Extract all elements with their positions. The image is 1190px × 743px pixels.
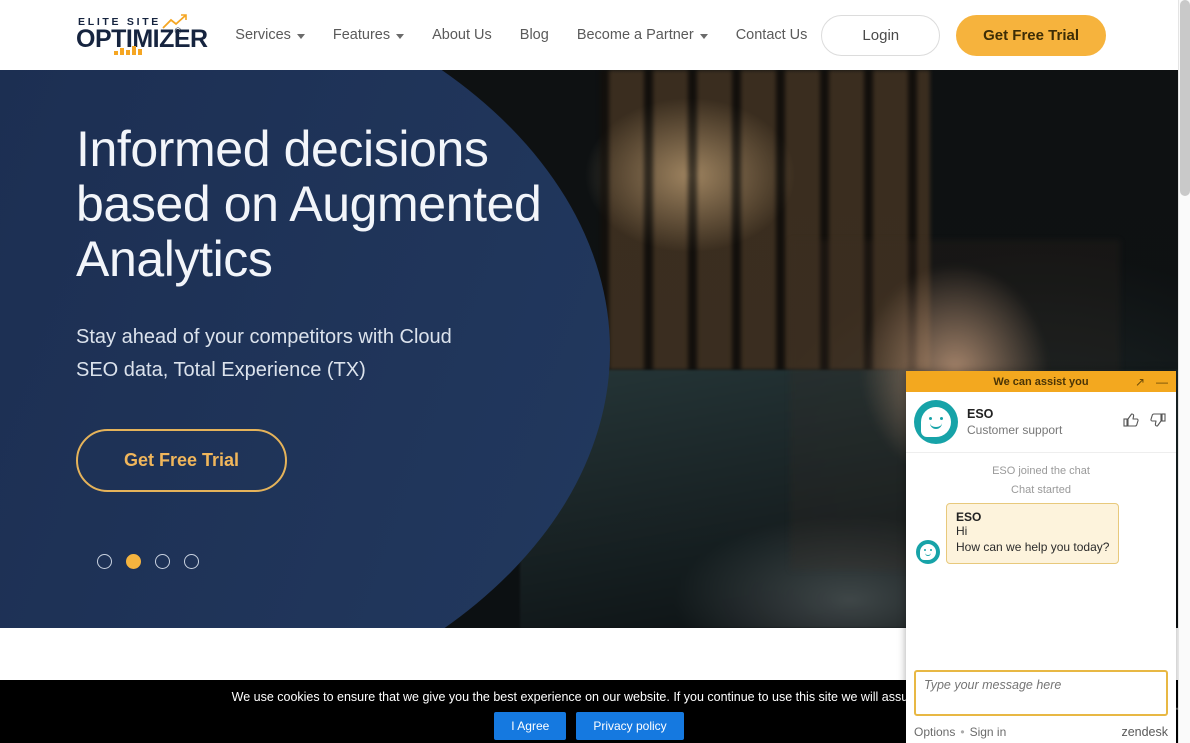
chat-header-controls: ↗ — [1135, 371, 1168, 392]
chat-footer: Options • Sign in zendesk [906, 664, 1176, 743]
chat-message-list: ESO joined the chat Chat started ESO Hi … [906, 453, 1176, 664]
nav-label: About Us [432, 27, 492, 43]
hero-title: Informed decisions based on Augmented An… [76, 121, 542, 287]
thumbs-up-glyph [1123, 413, 1139, 427]
thumbs-up-icon[interactable] [1123, 412, 1140, 432]
chat-message-input[interactable] [914, 670, 1168, 716]
nav-label: Blog [519, 27, 549, 43]
cookie-privacy-policy-button[interactable]: Privacy policy [576, 712, 684, 740]
smiley-speech-bubble-icon [920, 543, 936, 560]
nav-item-blog[interactable]: Blog [506, 19, 563, 51]
hero-content: Informed decisions based on Augmented An… [76, 122, 546, 492]
message-line-2: How can we help you today? [956, 539, 1110, 554]
nav-item-contact-us[interactable]: Contact Us [722, 19, 822, 51]
page-scrollbar[interactable] [1178, 0, 1190, 743]
chat-links-separator: • [960, 725, 965, 739]
chat-header-title: We can assist you [993, 375, 1089, 388]
chat-rating-controls [1123, 412, 1166, 432]
nav-item-services[interactable]: Services [221, 19, 319, 51]
carousel-dot-2[interactable] [126, 554, 141, 569]
site-logo[interactable]: ELITE SITE OPTIMIZER ® [76, 14, 208, 56]
main-nav: Services Features About Us Blog Become a… [221, 19, 821, 51]
carousel-dot-1[interactable] [97, 554, 112, 569]
nav-item-become-a-partner[interactable]: Become a Partner [563, 19, 722, 51]
nav-item-features[interactable]: Features [319, 19, 418, 51]
smiley-speech-bubble-icon [921, 407, 951, 437]
chat-footer-links: Options • Sign in zendesk [914, 725, 1168, 739]
chat-options-link[interactable]: Options [914, 725, 955, 739]
chat-sign-in-link[interactable]: Sign in [970, 725, 1007, 739]
hero-carousel-dots [97, 554, 199, 569]
agent-avatar [914, 400, 958, 444]
chevron-down-icon [296, 33, 305, 39]
hero-subtitle: Stay ahead of your competitors with Clou… [76, 326, 452, 381]
nav-label: Features [332, 27, 391, 43]
site-header: ELITE SITE OPTIMIZER ® Services Features… [0, 0, 1178, 70]
get-free-trial-button[interactable]: Get Free Trial [956, 14, 1106, 56]
scrollbar-thumb[interactable] [1180, 0, 1190, 196]
message-line-1: Hi [956, 524, 968, 538]
chat-message-row: ESO Hi How can we help you today? [916, 503, 1166, 564]
message-sender: ESO [956, 510, 982, 524]
nav-item-about-us[interactable]: About Us [418, 19, 506, 51]
zendesk-brand-label: zendesk [1121, 725, 1168, 739]
zendesk-chat-widget: We can assist you ↗ — ESO Customer suppo… [906, 371, 1176, 743]
agent-name: ESO [967, 406, 994, 421]
page-root: ELITE SITE OPTIMIZER ® Services Features… [0, 0, 1190, 743]
message-avatar [916, 539, 940, 564]
chat-system-line: ESO joined the chat [992, 465, 1090, 477]
login-button[interactable]: Login [821, 14, 941, 56]
cookie-agree-button[interactable]: I Agree [494, 712, 567, 740]
chat-system-line: Chat started [1011, 484, 1071, 496]
smile-icon [925, 553, 931, 556]
thumbs-down-glyph [1150, 413, 1166, 427]
chevron-down-icon [396, 33, 405, 39]
nav-label: Services [235, 27, 291, 43]
agent-role: Customer support [967, 422, 1063, 437]
logo-bar-chart-icon [114, 44, 142, 55]
nav-label: Contact Us [735, 27, 808, 43]
hero-get-free-trial-button[interactable]: Get Free Trial [76, 429, 288, 492]
logo-trendline-icon [162, 14, 187, 29]
carousel-dot-3[interactable] [155, 554, 170, 569]
thumbs-down-icon[interactable] [1149, 412, 1166, 432]
smile-icon [930, 423, 942, 429]
header-actions: Login Get Free Trial [821, 14, 1106, 56]
chat-message-bubble: ESO Hi How can we help you today? [946, 503, 1120, 564]
minimize-icon[interactable]: — [1156, 376, 1168, 388]
chat-agent-bar: ESO Customer support [906, 392, 1176, 453]
nav-label: Become a Partner [576, 27, 694, 43]
chevron-down-icon [699, 33, 708, 39]
carousel-dot-4[interactable] [184, 554, 199, 569]
expand-icon[interactable]: ↗ [1135, 376, 1145, 388]
chat-header[interactable]: We can assist you ↗ — [906, 371, 1176, 392]
agent-info: ESO Customer support [967, 406, 1062, 438]
